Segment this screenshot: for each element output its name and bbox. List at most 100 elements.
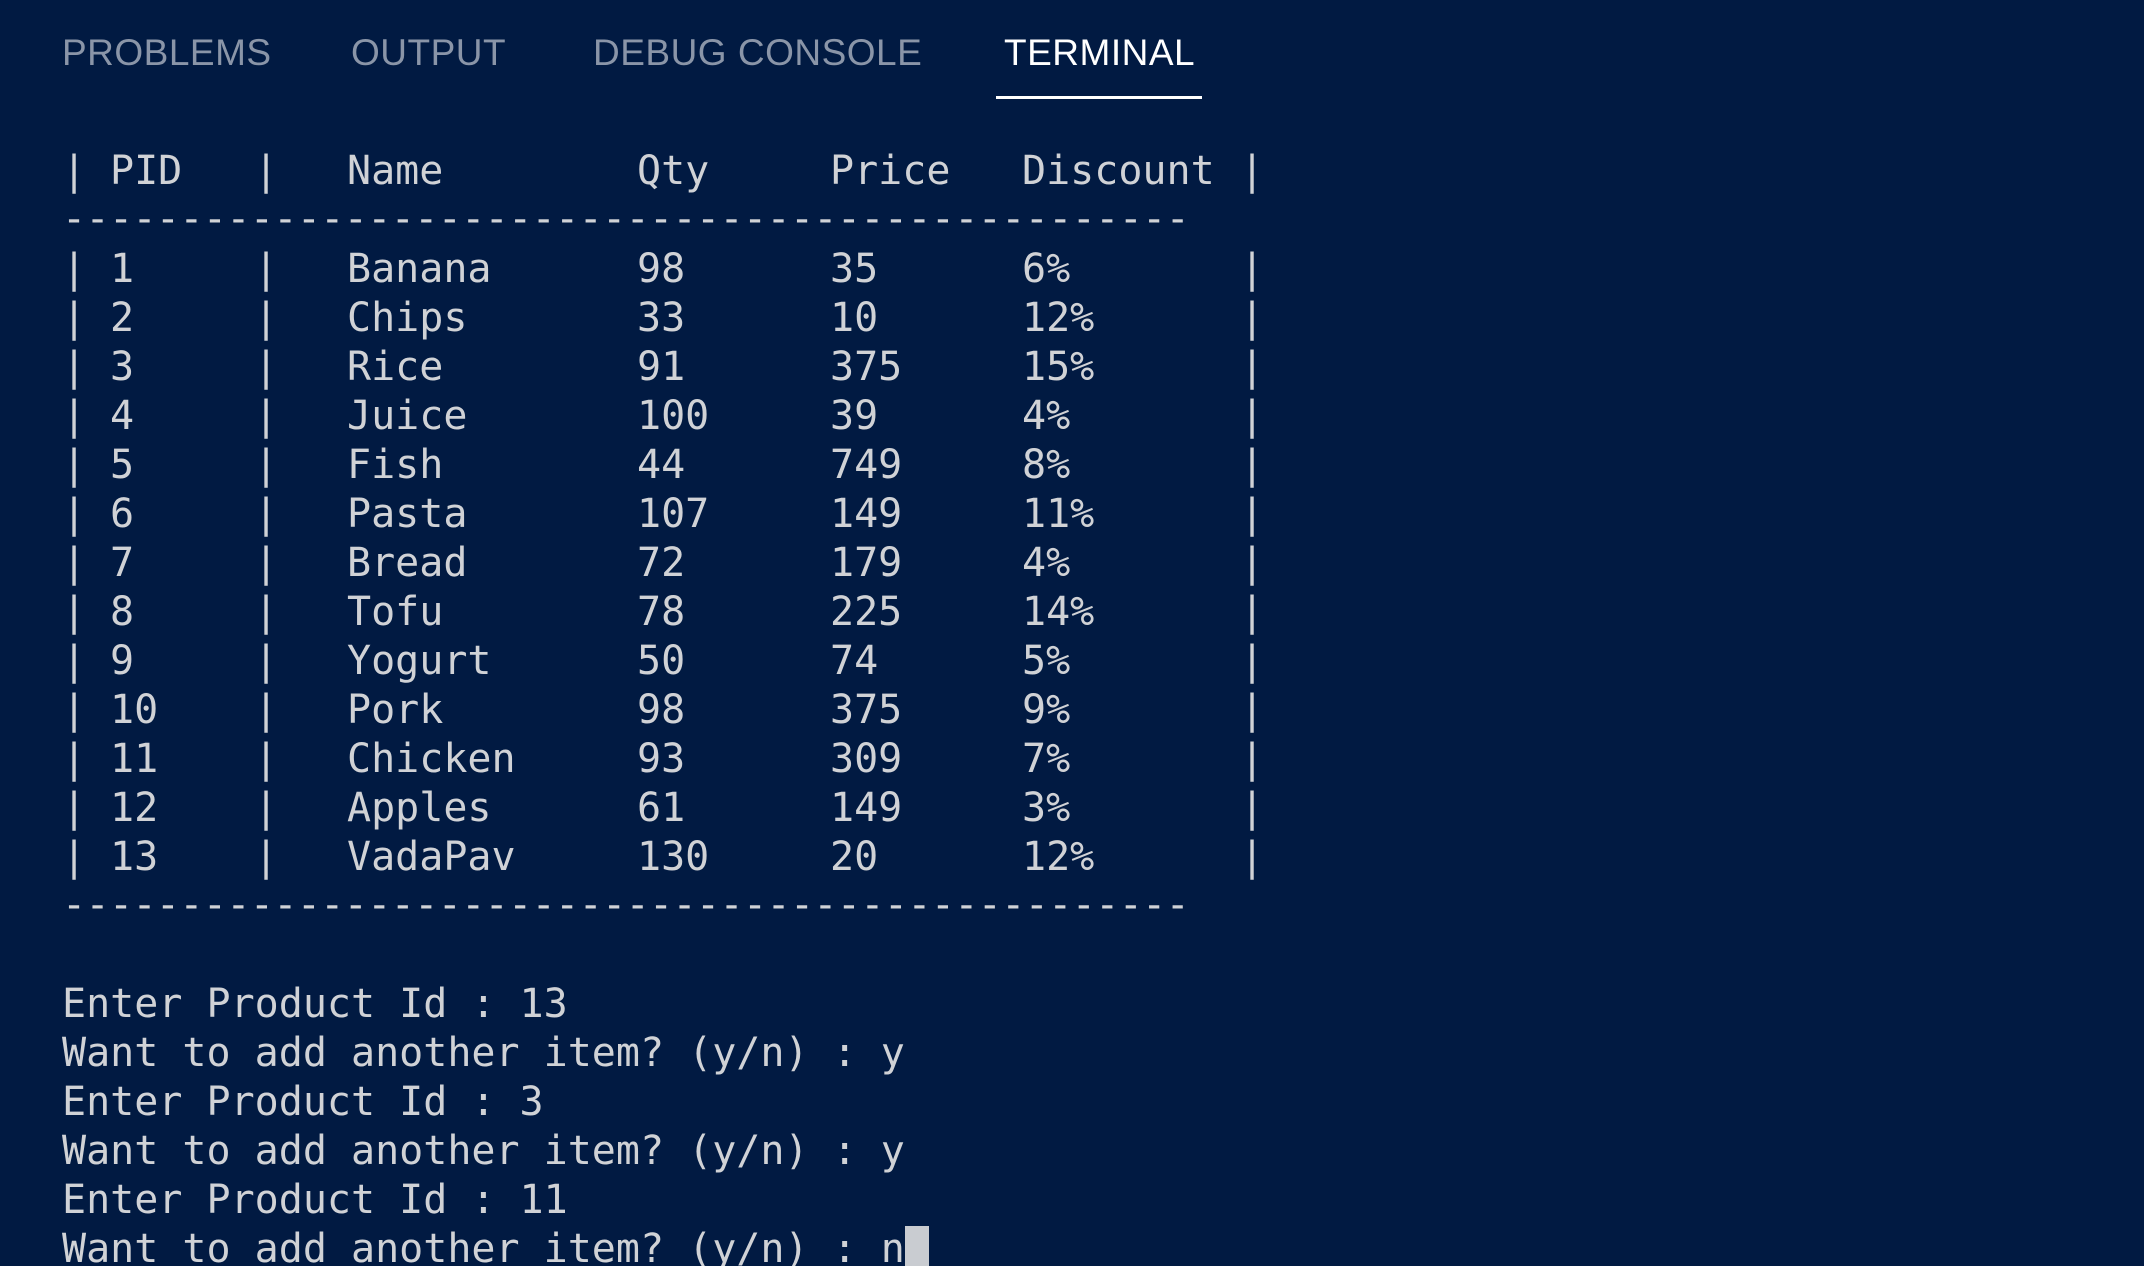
column-header-discount: Discount bbox=[1022, 148, 1215, 194]
cell-pid: 7 bbox=[110, 540, 135, 586]
cell-name: Chicken bbox=[347, 736, 516, 782]
cell-discount: 12% bbox=[1022, 834, 1095, 880]
cell-qty: 93 bbox=[637, 736, 686, 782]
cell-price: 10 bbox=[830, 295, 879, 341]
cell-price: 375 bbox=[830, 344, 903, 390]
table-pipe: | bbox=[62, 148, 87, 194]
table-pipe: | bbox=[1240, 246, 1265, 292]
cell-discount: 4% bbox=[1022, 540, 1071, 586]
cell-discount: 6% bbox=[1022, 246, 1071, 292]
cell-name: Pork bbox=[347, 687, 444, 733]
cell-discount: 5% bbox=[1022, 638, 1071, 684]
cell-price: 74 bbox=[830, 638, 879, 684]
table-pipe: | bbox=[1240, 148, 1265, 194]
cell-discount: 15% bbox=[1022, 344, 1095, 390]
cell-price: 225 bbox=[830, 589, 903, 635]
table-pipe: | bbox=[1240, 442, 1265, 488]
cell-name: Yogurt bbox=[347, 638, 492, 684]
table-pipe: | bbox=[1240, 295, 1265, 341]
cell-name: Apples bbox=[347, 785, 492, 831]
cell-qty: 130 bbox=[637, 834, 710, 880]
prompt-line: Enter Product Id : 11 bbox=[62, 1176, 568, 1225]
table-pipe: | bbox=[1240, 589, 1265, 635]
prompt-line: Want to add another item? (y/n) : y bbox=[62, 1029, 905, 1078]
prompt-line: Want to add another item? (y/n) : n bbox=[62, 1225, 929, 1266]
cell-qty: 44 bbox=[637, 442, 686, 488]
cell-discount: 3% bbox=[1022, 785, 1071, 831]
cell-pid: 5 bbox=[110, 442, 135, 488]
table-pipe: | bbox=[62, 589, 87, 635]
cell-pid: 8 bbox=[110, 589, 135, 635]
cell-pid: 9 bbox=[110, 638, 135, 684]
table-pipe: | bbox=[254, 393, 279, 439]
table-pipe: | bbox=[1240, 687, 1265, 733]
table-pipe: | bbox=[254, 834, 279, 880]
cell-name: Tofu bbox=[347, 589, 444, 635]
cell-price: 749 bbox=[830, 442, 903, 488]
cell-pid: 6 bbox=[110, 491, 135, 537]
table-pipe: | bbox=[62, 785, 87, 831]
cell-qty: 91 bbox=[637, 344, 686, 390]
cell-qty: 33 bbox=[637, 295, 686, 341]
cell-name: Bread bbox=[347, 540, 468, 586]
table-pipe: | bbox=[1240, 834, 1265, 880]
cell-name: Chips bbox=[347, 295, 468, 341]
cell-name: Rice bbox=[347, 344, 444, 390]
table-pipe: | bbox=[254, 736, 279, 782]
cell-pid: 4 bbox=[110, 393, 135, 439]
table-pipe: | bbox=[254, 687, 279, 733]
cell-discount: 9% bbox=[1022, 687, 1071, 733]
cell-qty: 61 bbox=[637, 785, 686, 831]
terminal-cursor bbox=[904, 1226, 929, 1266]
cell-discount: 4% bbox=[1022, 393, 1071, 439]
cell-pid: 1 bbox=[110, 246, 135, 292]
cell-discount: 14% bbox=[1022, 589, 1095, 635]
terminal-output[interactable]: | PID | Name Qty Price Discount | ------… bbox=[0, 0, 2144, 1266]
cell-pid: 13 bbox=[110, 834, 159, 880]
cell-qty: 78 bbox=[637, 589, 686, 635]
table-pipe: | bbox=[62, 442, 87, 488]
table-separator: ----------------------------------------… bbox=[62, 894, 1262, 916]
cell-pid: 2 bbox=[110, 295, 135, 341]
cell-qty: 100 bbox=[637, 393, 710, 439]
cell-discount: 8% bbox=[1022, 442, 1071, 488]
prompt-line: Enter Product Id : 3 bbox=[62, 1078, 544, 1127]
cell-name: Fish bbox=[347, 442, 444, 488]
cell-price: 149 bbox=[830, 785, 903, 831]
cell-price: 39 bbox=[830, 393, 879, 439]
cell-price: 35 bbox=[830, 246, 879, 292]
cell-name: VadaPav bbox=[347, 834, 516, 880]
cell-pid: 12 bbox=[110, 785, 159, 831]
column-header-pid: PID bbox=[110, 148, 183, 194]
cell-name: Banana bbox=[347, 246, 492, 292]
table-pipe: | bbox=[1240, 393, 1265, 439]
column-header-name: Name bbox=[347, 148, 444, 194]
cell-pid: 3 bbox=[110, 344, 135, 390]
table-pipe: | bbox=[254, 344, 279, 390]
cell-qty: 107 bbox=[637, 491, 710, 537]
table-pipe: | bbox=[1240, 540, 1265, 586]
cell-pid: 10 bbox=[110, 687, 159, 733]
cell-pid: 11 bbox=[110, 736, 159, 782]
table-pipe: | bbox=[62, 736, 87, 782]
table-pipe: | bbox=[62, 687, 87, 733]
cell-discount: 12% bbox=[1022, 295, 1095, 341]
table-pipe: | bbox=[1240, 344, 1265, 390]
prompt-text: Enter Product Id : 13 bbox=[62, 981, 568, 1027]
prompt-line: Want to add another item? (y/n) : y bbox=[62, 1127, 905, 1176]
table-pipe: | bbox=[254, 785, 279, 831]
table-pipe: | bbox=[254, 589, 279, 635]
table-pipe: | bbox=[254, 442, 279, 488]
table-pipe: | bbox=[62, 540, 87, 586]
prompt-text: Want to add another item? (y/n) : y bbox=[62, 1030, 905, 1076]
table-header-row: | PID | Name Qty Price Discount | bbox=[62, 147, 1264, 196]
table-pipe: | bbox=[1240, 785, 1265, 831]
table-pipe: | bbox=[62, 344, 87, 390]
cell-price: 179 bbox=[830, 540, 903, 586]
cell-qty: 72 bbox=[637, 540, 686, 586]
table-pipe: | bbox=[254, 491, 279, 537]
cell-price: 149 bbox=[830, 491, 903, 537]
cell-price: 20 bbox=[830, 834, 879, 880]
table-pipe: | bbox=[1240, 491, 1265, 537]
cell-qty: 50 bbox=[637, 638, 686, 684]
